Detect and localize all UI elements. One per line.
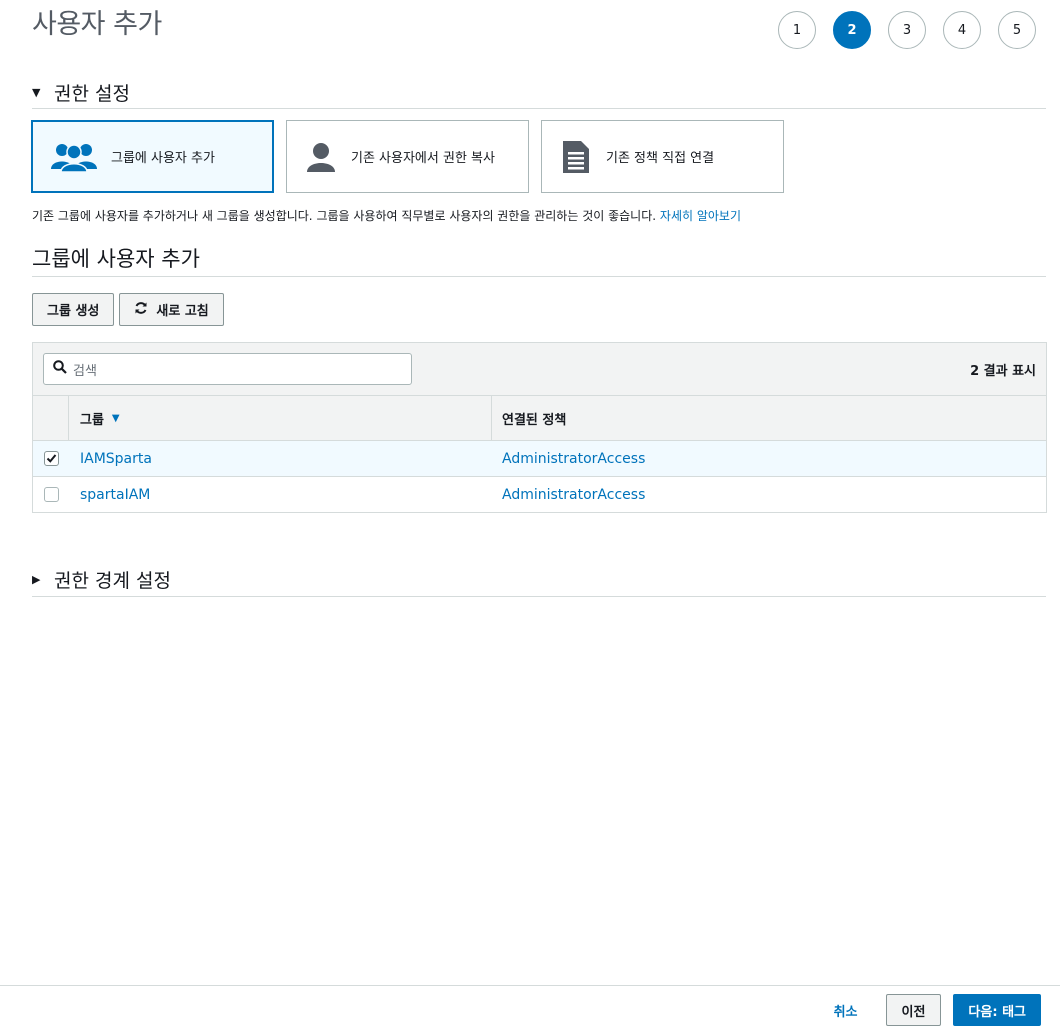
step-1[interactable]: 1 — [778, 11, 816, 49]
table-row[interactable]: spartaIAM AdministratorAccess — [33, 477, 1046, 513]
learn-more-link[interactable]: 자세히 알아보기 — [660, 209, 741, 223]
option-description: 기존 그룹에 사용자를 추가하거나 새 그룹을 생성합니다. 그룹을 사용하여 … — [32, 207, 741, 224]
refresh-icon — [134, 301, 148, 319]
refresh-button[interactable]: 새로 고침 — [119, 293, 224, 326]
refresh-label: 새로 고침 — [156, 304, 209, 319]
cancel-button[interactable]: 취소 — [818, 1001, 874, 1020]
column-label: 그룹 — [80, 412, 104, 428]
next-button[interactable]: 다음: 태그 — [953, 994, 1041, 1026]
wizard-steps: 1 2 3 4 5 — [778, 11, 1036, 49]
row-checkbox[interactable] — [43, 451, 59, 466]
group-toolbar: 그룹 생성 새로 고침 — [32, 293, 224, 326]
select-all-column — [33, 396, 69, 440]
option-attach-policy[interactable]: 기존 정책 직접 연결 — [541, 120, 784, 193]
description-text: 기존 그룹에 사용자를 추가하거나 새 그룹을 생성합니다. 그룹을 사용하여 … — [32, 209, 657, 223]
checkmark-icon — [46, 454, 56, 463]
table-header: 그룹 ▼ 연결된 정책 — [33, 395, 1046, 441]
permissions-section-header[interactable]: ▼ 권한 설정 — [32, 76, 1046, 109]
result-count: 2 결과 표시 — [970, 363, 1036, 379]
search-placeholder: 검색 — [73, 363, 97, 379]
option-add-to-group[interactable]: 그룹에 사용자 추가 — [31, 120, 274, 193]
step-3[interactable]: 3 — [888, 11, 926, 49]
boundary-section-title: 권한 경계 설정 — [54, 569, 171, 592]
step-4[interactable]: 4 — [943, 11, 981, 49]
step-2[interactable]: 2 — [833, 11, 871, 49]
step-5[interactable]: 5 — [998, 11, 1036, 49]
policy-link[interactable]: AdministratorAccess — [492, 451, 645, 467]
option-label: 기존 정책 직접 연결 — [606, 151, 715, 166]
permissions-section-title: 권한 설정 — [54, 82, 130, 105]
document-icon — [558, 139, 594, 175]
search-icon — [53, 360, 67, 378]
groups-table: 검색 2 결과 표시 그룹 ▼ 연결된 정책 IAMSparta Adminis… — [32, 342, 1047, 513]
policy-link[interactable]: AdministratorAccess — [492, 487, 645, 503]
page-title: 사용자 추가 — [32, 9, 162, 40]
option-label: 그룹에 사용자 추가 — [111, 151, 215, 166]
option-copy-permissions[interactable]: 기존 사용자에서 권한 복사 — [286, 120, 529, 193]
boundary-section-header[interactable]: ▶ 권한 경계 설정 — [32, 562, 1046, 597]
create-group-button[interactable]: 그룹 생성 — [32, 293, 115, 326]
permission-options: 그룹에 사용자 추가 기존 사용자에서 권한 복사 기존 정책 직접 연결 — [31, 120, 784, 193]
column-header-policy: 연결된 정책 — [502, 412, 567, 428]
caret-right-icon: ▶ — [32, 572, 41, 586]
table-row[interactable]: IAMSparta AdministratorAccess — [33, 441, 1046, 477]
create-group-label: 그룹 생성 — [47, 304, 100, 319]
group-section-title: 그룹에 사용자 추가 — [32, 243, 1046, 277]
previous-button[interactable]: 이전 — [885, 994, 942, 1026]
group-name-link[interactable]: IAMSparta — [69, 451, 492, 467]
search-input[interactable]: 검색 — [43, 353, 412, 385]
row-checkbox[interactable] — [43, 487, 59, 502]
wizard-footer: 취소 이전 다음: 태그 — [0, 985, 1060, 1030]
group-icon — [49, 141, 99, 173]
user-icon — [303, 141, 339, 173]
group-name-link[interactable]: spartaIAM — [69, 487, 492, 503]
column-header-group[interactable]: 그룹 ▼ — [69, 396, 492, 440]
table-filter-bar: 검색 2 결과 표시 — [33, 343, 1046, 395]
option-label: 기존 사용자에서 권한 복사 — [351, 151, 495, 166]
sort-desc-icon[interactable]: ▼ — [112, 413, 120, 424]
caret-down-icon: ▼ — [32, 85, 41, 99]
